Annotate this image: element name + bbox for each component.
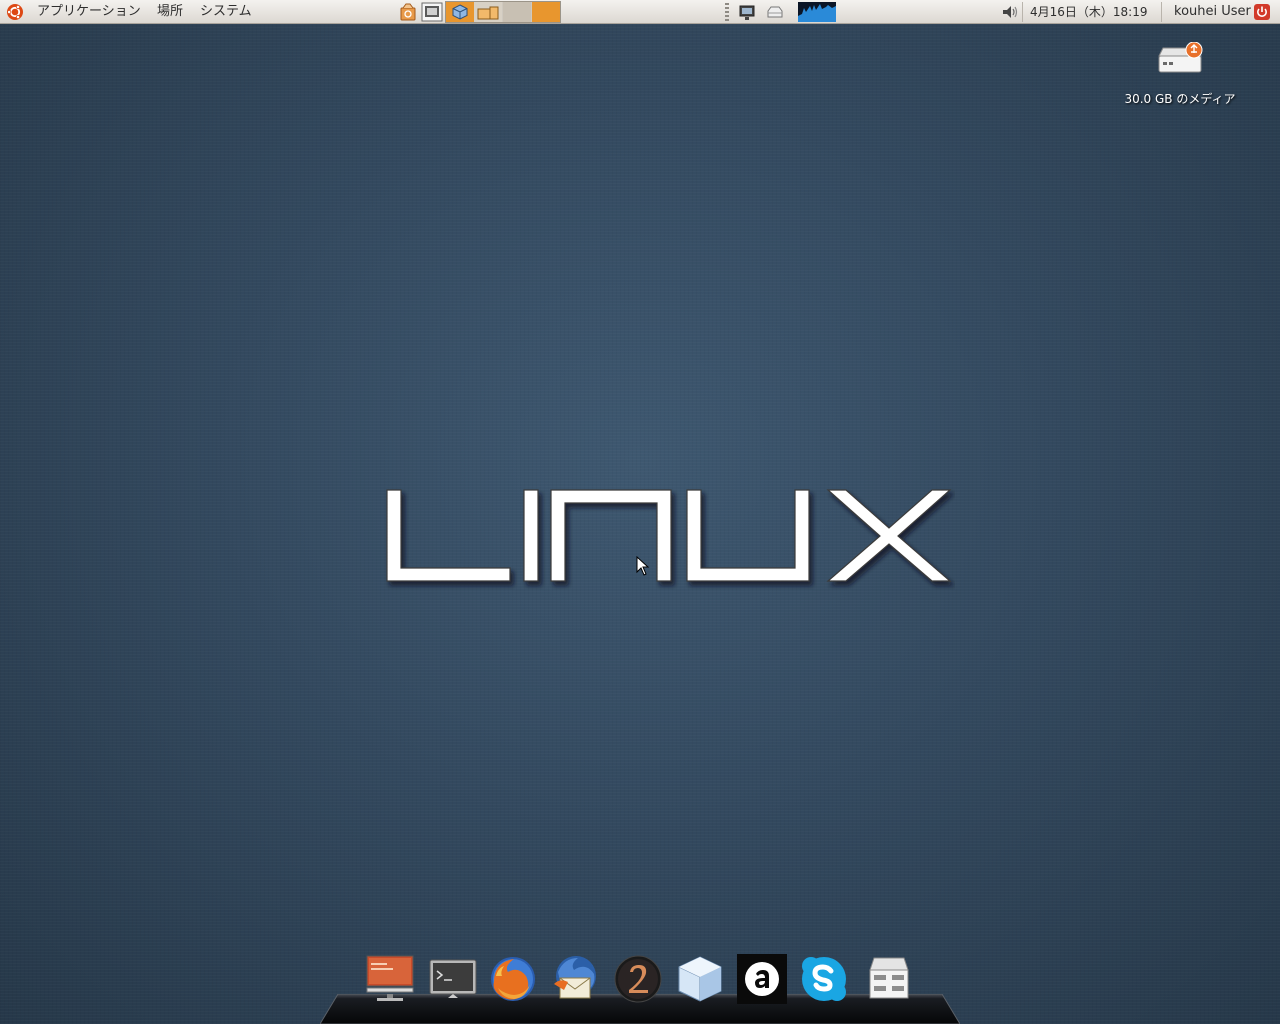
workspace-switcher[interactable] <box>445 1 561 23</box>
drive-label: 30.0 GB のメディア <box>1124 92 1236 106</box>
menu-system[interactable]: システム <box>200 0 252 24</box>
dock-computer-icon[interactable] <box>365 954 415 1004</box>
workspace-4[interactable] <box>532 2 560 22</box>
panel-separator <box>1161 2 1162 22</box>
system-monitor-icon[interactable] <box>798 2 836 22</box>
panel-grip[interactable] <box>725 3 729 21</box>
menu-applications[interactable]: アプリケーション <box>37 0 141 24</box>
dock-terminal-icon[interactable] <box>428 954 478 1004</box>
clock[interactable]: 4月16日（木）18:19 <box>1030 0 1148 24</box>
network-icon[interactable] <box>738 2 756 22</box>
panel-separator <box>1022 2 1023 22</box>
power-icon[interactable] <box>1254 4 1270 20</box>
dock-virtualbox-icon[interactable] <box>675 954 725 1004</box>
user-switcher[interactable]: kouhei User <box>1174 0 1251 24</box>
desktop-drive[interactable]: 30.0 GB のメディア <box>1115 41 1245 107</box>
dock-skype-icon[interactable] <box>799 954 849 1004</box>
drive-tray-icon[interactable] <box>765 2 785 22</box>
volume-icon[interactable] <box>1000 2 1020 22</box>
dock-opera-icon[interactable] <box>613 954 663 1004</box>
ubuntu-logo-icon[interactable] <box>6 3 24 21</box>
folder-icon <box>477 6 499 20</box>
workspace-3[interactable] <box>503 2 531 22</box>
dock-amarok-icon[interactable] <box>737 954 787 1004</box>
hard-drive-icon <box>1158 41 1203 73</box>
top-panel: アプリケーション 場所 システム 4月16日（木）18:19 kouhei Us… <box>0 0 1280 24</box>
mouse-cursor-icon <box>636 556 650 576</box>
cube-icon <box>452 4 468 20</box>
dock-thunderbird-icon[interactable] <box>550 954 600 1004</box>
screenshot-icon[interactable] <box>421 2 443 22</box>
package-manager-icon[interactable] <box>398 2 418 22</box>
menu-places[interactable]: 場所 <box>157 0 183 24</box>
linux-logo <box>386 489 952 582</box>
dock-file-manager-icon[interactable] <box>864 954 914 1004</box>
dock-firefox-icon[interactable] <box>488 954 538 1004</box>
